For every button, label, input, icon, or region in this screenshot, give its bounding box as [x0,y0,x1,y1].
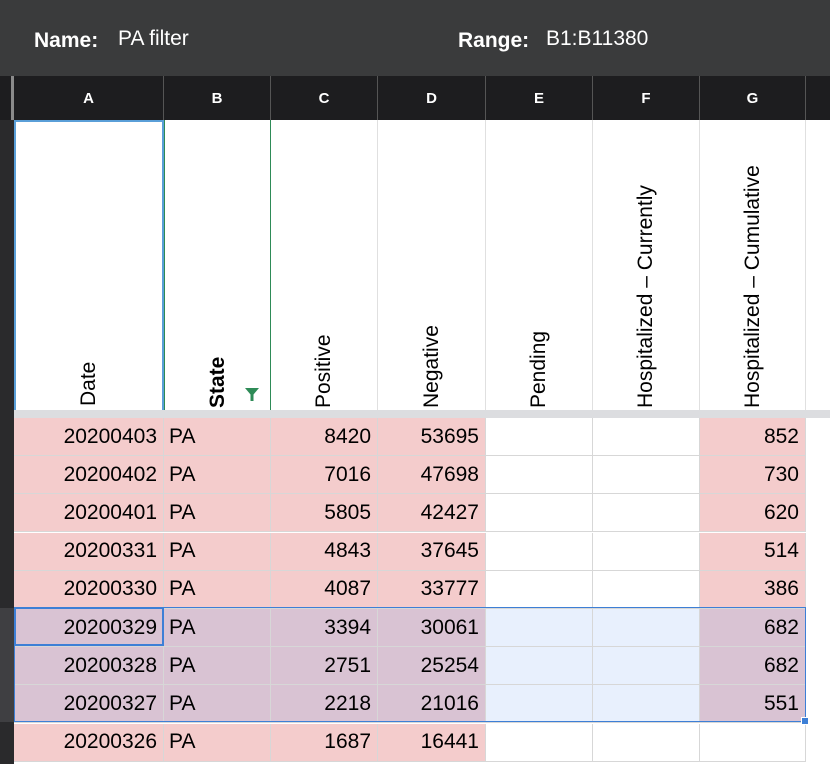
range-value[interactable]: B1:B11380 [546,27,648,51]
header-cell-hospitalized-cumulative[interactable]: Hospitalized – Cumulative [700,120,806,412]
cell-hosp-cumulative[interactable]: 514 [700,532,806,571]
cell-pending[interactable] [486,647,593,686]
cell-positive[interactable]: 3394 [271,609,378,647]
cell-state[interactable]: PA [164,685,271,724]
cell-negative[interactable]: 47698 [378,456,486,495]
header-label: Hospitalized – Currently [634,185,657,408]
cell-date[interactable]: 20200326 [14,723,164,762]
cell-state[interactable]: PA [164,609,271,647]
cell-pending[interactable] [486,723,593,762]
cell-hosp-current[interactable] [593,570,700,609]
cell-state[interactable]: PA [164,418,271,456]
header-cell-negative[interactable]: Negative [378,120,486,412]
cell-state[interactable]: PA [164,647,271,686]
cell-positive[interactable]: 4843 [271,532,378,571]
cell-date[interactable]: 20200331 [14,532,164,571]
cell-state[interactable]: PA [164,532,271,571]
column-header-f[interactable]: F [593,76,700,120]
frozen-row-divider[interactable] [14,410,830,418]
cell-positive[interactable]: 8420 [271,418,378,456]
column-header-b[interactable]: B [164,76,271,120]
header-cell-date[interactable]: Date [14,120,164,412]
column-header-a[interactable]: A [14,76,164,120]
cell-negative[interactable]: 42427 [378,494,486,533]
cell-pending[interactable] [486,570,593,609]
cell-date[interactable]: 20200327 [14,685,164,724]
cell-hosp-current[interactable] [593,685,700,724]
cell-state[interactable]: PA [164,723,271,762]
cell-negative[interactable]: 30061 [378,609,486,647]
cell-negative[interactable]: 16441 [378,723,486,762]
cell-state[interactable]: PA [164,570,271,609]
fill-handle[interactable] [801,717,809,725]
cell-positive[interactable]: 5805 [271,494,378,533]
header-cell-pending[interactable]: Pending [486,120,593,412]
range-label: Range: [458,29,530,52]
cell-hosp-current[interactable] [593,456,700,495]
cell-pending[interactable] [486,532,593,571]
cell-positive[interactable]: 2751 [271,647,378,686]
header-label: Date [77,361,100,406]
column-header-g[interactable]: G [700,76,806,120]
cell-date[interactable]: 20200401 [14,494,164,533]
cell-date[interactable]: 20200402 [14,456,164,495]
cell-pending[interactable] [486,494,593,533]
cell-negative[interactable]: 33777 [378,570,486,609]
cell-hosp-cumulative[interactable]: 551 [700,685,806,724]
cell-hosp-cumulative[interactable]: 730 [700,456,806,495]
cell-state[interactable]: PA [164,456,271,495]
header-cell-positive[interactable]: Positive [271,120,378,412]
cell-hosp-current[interactable] [593,647,700,686]
cell-pending[interactable] [486,609,593,647]
cell-hosp-cumulative[interactable] [700,723,806,762]
cell-hosp-cumulative[interactable]: 386 [700,570,806,609]
cell-hosp-current[interactable] [593,532,700,571]
cell-hosp-current[interactable] [593,418,700,456]
selected-row-numbers [0,608,14,722]
named-range-bar: Name: PA filter Range: B1:B11380 [0,0,830,76]
header-cell-hospitalized-currently[interactable]: Hospitalized – Currently [593,120,700,412]
cell-pending[interactable] [486,418,593,456]
cell-hosp-cumulative[interactable]: 682 [700,609,806,647]
name-label: Name: [34,29,99,52]
header-cell-state[interactable]: State [164,120,271,412]
cell-hosp-cumulative[interactable]: 852 [700,418,806,456]
column-header-e[interactable]: E [486,76,593,120]
header-label: State [205,356,229,408]
cell-positive[interactable]: 1687 [271,723,378,762]
header-label: Negative [419,325,443,408]
cell-hosp-current[interactable] [593,609,700,647]
cell-date[interactable]: 20200328 [14,647,164,686]
header-label: Positive [312,334,335,408]
cell-hosp-cumulative[interactable]: 682 [700,647,806,686]
header-label: Hospitalized – Cumulative [740,165,764,408]
cell-pending[interactable] [486,685,593,724]
cell-positive[interactable]: 2218 [271,685,378,724]
cell-negative[interactable]: 25254 [378,647,486,686]
filter-icon[interactable] [244,386,260,402]
cell-date[interactable]: 20200329 [14,609,164,647]
cell-state[interactable]: PA [164,494,271,533]
cell-negative[interactable]: 37645 [378,532,486,571]
cell-hosp-current[interactable] [593,494,700,533]
select-all-corner[interactable] [0,76,14,120]
cell-positive[interactable]: 4087 [271,570,378,609]
cell-hosp-cumulative[interactable]: 620 [700,494,806,533]
row-number-strip[interactable] [0,120,14,764]
name-value[interactable]: PA filter [118,27,189,51]
cell-negative[interactable]: 53695 [378,418,486,456]
header-label: Pending [527,330,550,408]
cell-negative[interactable]: 21016 [378,685,486,724]
cell-positive[interactable]: 7016 [271,456,378,495]
cell-pending[interactable] [486,456,593,495]
column-header-d[interactable]: D [378,76,486,120]
cell-date[interactable]: 20200330 [14,570,164,609]
cell-date[interactable]: 20200403 [14,418,164,456]
column-header-c[interactable]: C [271,76,378,120]
cell-hosp-current[interactable] [593,723,700,762]
